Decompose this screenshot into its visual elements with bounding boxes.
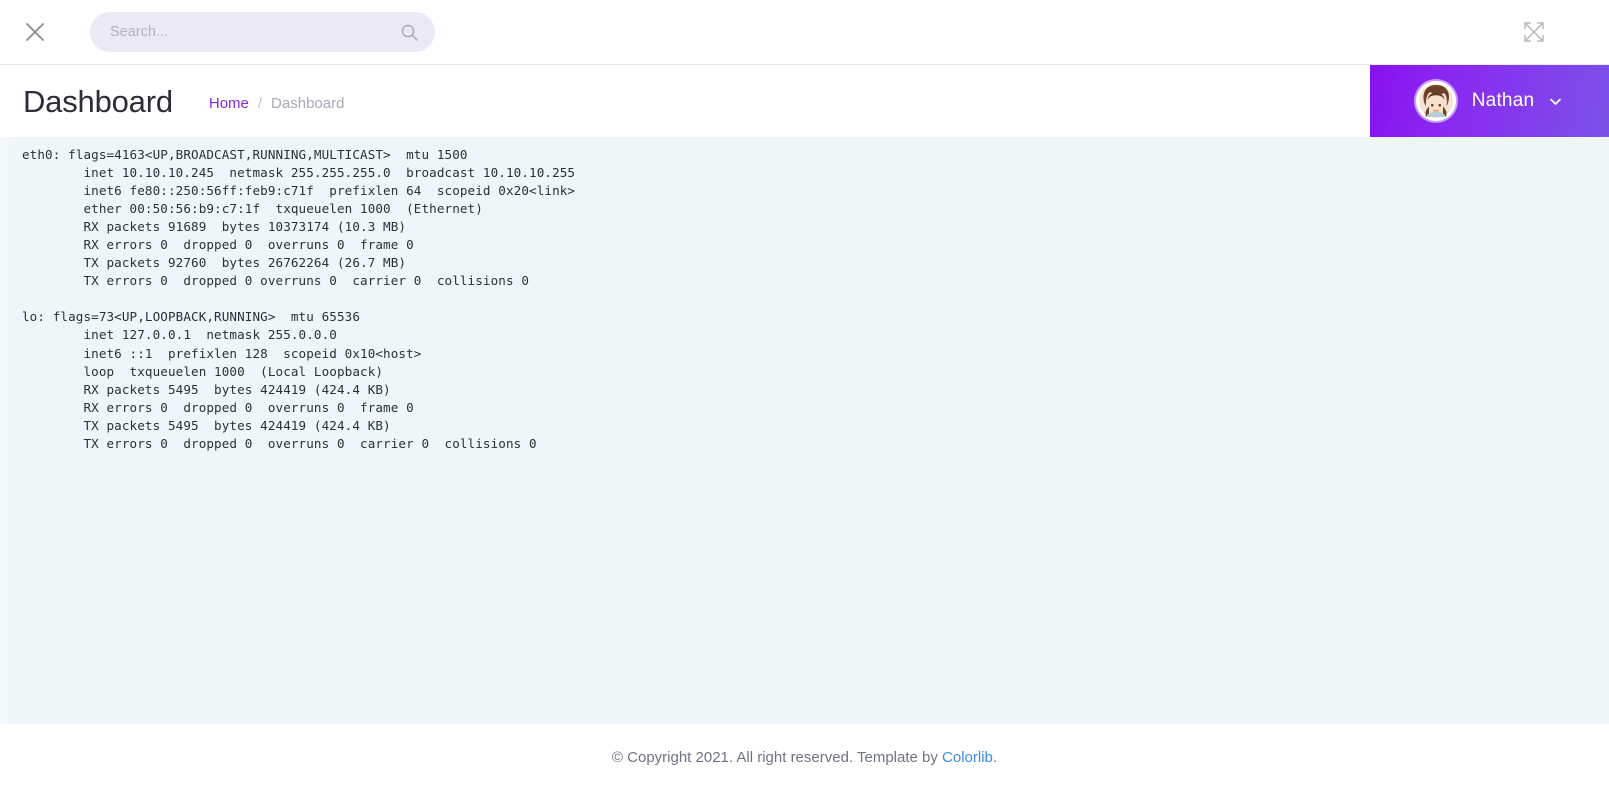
colorlib-link[interactable]: Colorlib (942, 749, 993, 766)
user-avatar (1415, 81, 1456, 121)
footer-copyright: © Copyright 2021. All right reserved. Te… (611, 748, 943, 766)
footer-trailing: . (992, 748, 998, 766)
top-bar (0, 0, 1609, 65)
search-icon[interactable] (400, 23, 419, 42)
breadcrumb: Home / Dashboard (209, 91, 345, 112)
content-area: eth0: flags=4163<UP,BROADCAST,RUNNING,MU… (0, 137, 1609, 724)
close-icon[interactable] (18, 15, 52, 49)
user-menu[interactable]: Nathan (1370, 65, 1609, 137)
page-header: Dashboard Home / Dashboard Nathan (0, 65, 1609, 137)
header-left: Dashboard Home / Dashboard (0, 65, 1370, 137)
page-footer: © Copyright 2021. All right reserved. Te… (0, 724, 1609, 790)
terminal-output: eth0: flags=4163<UP,BROADCAST,RUNNING,MU… (22, 147, 576, 451)
footer-text: © Copyright 2021. All right reserved. Te… (612, 749, 997, 766)
search-box[interactable] (90, 12, 435, 52)
breadcrumb-home-link[interactable]: Home (209, 95, 249, 112)
breadcrumb-current: Dashboard (271, 94, 345, 112)
page-title: Dashboard (23, 83, 173, 119)
search-input[interactable] (110, 12, 394, 52)
breadcrumb-separator: / (257, 94, 263, 112)
app-root: Dashboard Home / Dashboard (0, 0, 1609, 790)
user-name: Nathan (1471, 90, 1535, 111)
expand-icon[interactable] (1517, 15, 1551, 49)
chevron-down-icon[interactable] (1548, 94, 1563, 109)
